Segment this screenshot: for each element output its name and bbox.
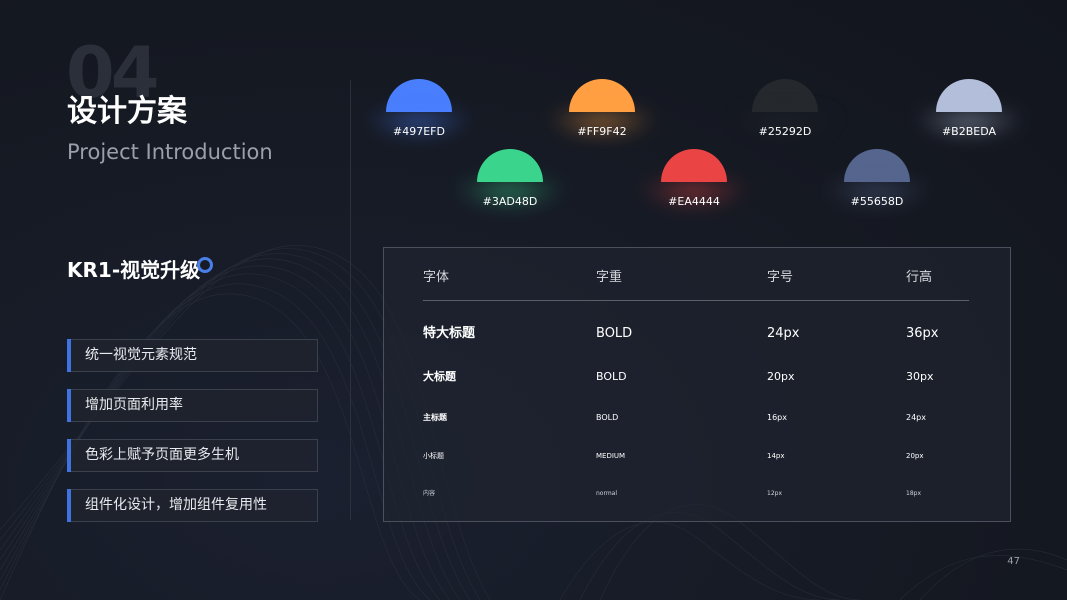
swatch-hex-label: #55658D [850, 195, 904, 208]
goal-accent-bar [67, 339, 71, 372]
color-swatch: #3AD48D [455, 149, 565, 239]
goal-label: 色彩上赋予页面更多生机 [85, 447, 239, 463]
page-subtitle: Project Introduction [67, 140, 273, 164]
color-swatch: #EA4444 [639, 149, 749, 239]
table-header-line-height: 行高 [906, 270, 933, 285]
color-swatch: #55658D [822, 149, 932, 239]
vertical-divider [350, 80, 351, 520]
goal-label: 增加页面利用率 [85, 397, 183, 413]
swatch-hex-label: #B2BEDA [941, 125, 997, 138]
swatch-shape [569, 79, 635, 112]
swatch-shape [477, 149, 543, 182]
swatch-hex-label: #25292D [758, 125, 812, 138]
swatch-hex-label: #EA4444 [668, 195, 720, 208]
swatch-hex-label: #497EFD [393, 125, 445, 138]
swatch-hex-label: #3AD48D [482, 195, 538, 208]
page-number: 47 [1007, 556, 1020, 567]
goal-item: 色彩上赋予页面更多生机 [67, 439, 318, 472]
table-cell: BOLD [596, 413, 619, 422]
table-cell: 24px [767, 326, 800, 341]
ring-icon [197, 257, 213, 273]
page-title: 设计方案 [67, 94, 187, 129]
table-cell: 36px [906, 326, 939, 341]
goal-label: 统一视觉元素规范 [85, 347, 197, 363]
table-cell: 24px [906, 413, 926, 422]
table-cell: 18px [906, 490, 921, 497]
table-cell: BOLD [596, 370, 627, 383]
table-header-weight: 字重 [596, 270, 623, 285]
slide: 04 设计方案 Project Introduction KR1-视觉升级 统一… [0, 0, 1067, 600]
goal-label: 组件化设计，增加组件复用性 [85, 497, 267, 513]
swatch-shape [386, 79, 452, 112]
table-header-font: 字体 [423, 270, 450, 285]
swatch-shape [936, 79, 1002, 112]
goal-item: 统一视觉元素规范 [67, 339, 318, 372]
kr-title: KR1-视觉升级 [67, 258, 201, 282]
goal-item: 增加页面利用率 [67, 389, 318, 422]
swatch-shape [752, 79, 818, 112]
goal-accent-bar [67, 489, 71, 522]
table-cell: BOLD [596, 326, 633, 341]
table-cell: 16px [767, 413, 787, 422]
table-header-size: 字号 [767, 270, 794, 285]
table-cell: 小标题 [423, 452, 444, 460]
table-cell: normal [596, 490, 618, 497]
goal-accent-bar [67, 389, 71, 422]
table-cell: 内容 [423, 490, 436, 497]
goal-item: 组件化设计，增加组件复用性 [67, 489, 318, 522]
typography-table: 字体 字重 字号 行高 特大标题 BOLD 24px 36px 大标题 BOLD… [383, 247, 1011, 522]
table-cell: 14px [767, 452, 785, 460]
swatch-shape [844, 149, 910, 182]
table-cell: 主标题 [423, 413, 447, 422]
table-cell: 20px [906, 452, 924, 460]
table-cell: MEDIUM [596, 452, 626, 460]
table-cell: 大标题 [423, 370, 456, 383]
table-cell: 20px [767, 370, 795, 383]
table-cell: 特大标题 [423, 326, 476, 341]
swatch-hex-label: #FF9F42 [577, 125, 627, 138]
table-cell: 30px [906, 370, 934, 383]
table-cell: 12px [767, 490, 782, 497]
swatch-shape [661, 149, 727, 182]
goal-accent-bar [67, 439, 71, 472]
table-header-divider [423, 300, 969, 301]
